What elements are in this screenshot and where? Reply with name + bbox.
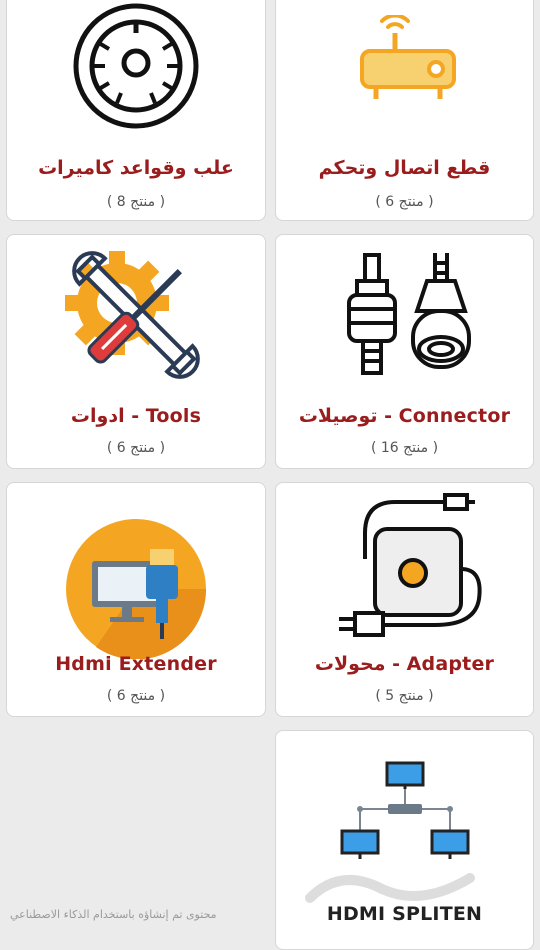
category-card-connector[interactable]: توصيلات - Connector ( 16 منتج ) <box>275 234 534 469</box>
router-icon <box>276 15 533 105</box>
tools-icon <box>7 245 265 385</box>
network-splitter-icon <box>276 761 533 861</box>
category-count: ( 6 منتج ) <box>106 440 166 456</box>
watermark-logo <box>305 873 475 903</box>
category-count: ( 5 منتج ) <box>375 688 434 704</box>
category-card-hdmi-extender[interactable]: Hdmi Extender ( 6 منتج ) <box>6 482 266 717</box>
category-count: ( 8 منتج ) <box>106 194 166 210</box>
category-title: توصيلات - Connector <box>298 405 511 427</box>
category-count: ( 16 منتج ) <box>370 440 439 456</box>
category-card-adapter[interactable]: محولات - Adapter ( 5 منتج ) <box>275 482 534 717</box>
ai-generated-note: محتوى تم إنشاؤه باستخدام الذكاء الاصطناع… <box>10 908 217 921</box>
category-count: ( 6 منتج ) <box>106 688 166 704</box>
category-title: ادوات - Tools <box>70 405 202 427</box>
category-count: ( 6 منتج ) <box>375 194 434 210</box>
category-title: علب وقواعد كاميرات <box>38 157 234 179</box>
camera-dome-icon <box>7 3 265 129</box>
category-title: Hdmi Extender <box>55 653 217 675</box>
category-card-camera-boxes[interactable]: علب وقواعد كاميرات ( 8 منتج ) <box>6 0 266 221</box>
adapter-icon <box>276 489 533 639</box>
hdmi-extender-icon <box>7 519 265 659</box>
category-card-tools[interactable]: ادوات - Tools ( 6 منتج ) <box>6 234 266 469</box>
category-title: قطع اتصال وتحكم <box>318 157 491 179</box>
category-title: محولات - Adapter <box>314 653 495 675</box>
connector-icon <box>276 251 533 381</box>
category-card-connection-parts[interactable]: قطع اتصال وتحكم ( 6 منتج ) <box>275 0 534 221</box>
